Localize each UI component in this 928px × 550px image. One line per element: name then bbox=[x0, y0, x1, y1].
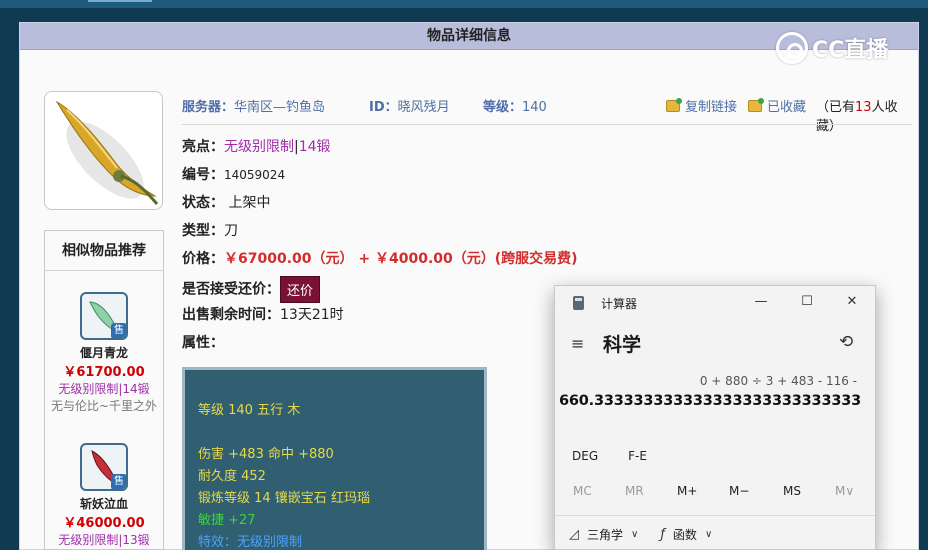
attr-line: 特效：无级别限制 bbox=[198, 535, 303, 550]
menu-icon[interactable]: ≡ bbox=[571, 334, 584, 353]
mc-button[interactable]: MC bbox=[573, 484, 592, 498]
similar-item-price: ￥46000.00 bbox=[63, 516, 145, 531]
attr-line: 耐久度 452 bbox=[198, 469, 266, 484]
maximize-button[interactable]: ☐ bbox=[797, 292, 817, 312]
angle-row: DEG F-E bbox=[572, 449, 677, 463]
price-value: ￥67000.00（元） + ￥4000.00（元）(跨服交易费) bbox=[224, 251, 578, 267]
chevron-down-icon: ∨ bbox=[631, 529, 639, 540]
ms-button[interactable]: MS bbox=[783, 484, 801, 498]
server-value: 华南区—钓鱼岛 bbox=[234, 100, 326, 115]
type-field: 类型：刀 bbox=[182, 223, 238, 239]
deg-button[interactable]: DEG bbox=[572, 449, 598, 463]
m-plus-button[interactable]: M+ bbox=[677, 484, 697, 498]
cc-logo-icon bbox=[776, 32, 808, 64]
calculator-expression: 0 + 880 ÷ 3 + 483 - 116 - bbox=[699, 374, 857, 388]
jade-blade-icon[interactable]: 售 bbox=[80, 292, 128, 340]
id-info: ID：晓风残月 bbox=[369, 100, 450, 115]
similar-items-panel: 相似物品推荐 售 偃月青龙 ￥61700.00 无级别限制|14锻 无与伦比~千… bbox=[44, 230, 164, 550]
calculator-result: 660.333333333333333333333333333 bbox=[559, 393, 861, 409]
status-field: 状态： 上架中 bbox=[182, 195, 271, 211]
calculator-title: 计算器 bbox=[601, 297, 638, 311]
close-button[interactable]: ✕ bbox=[842, 292, 862, 312]
similar-item[interactable]: 售 偃月青龙 ￥61700.00 无级别限制|14锻 无与伦比~千里之外 bbox=[45, 292, 163, 414]
similar-item[interactable]: 售 斩妖泣血 ￥46000.00 无级别限制|13锻 bbox=[45, 443, 163, 548]
attr-line: 敏捷 +27 bbox=[198, 513, 256, 528]
item-image bbox=[44, 91, 163, 210]
function-dropdown[interactable]: ƒ 函数 ∨ bbox=[660, 526, 712, 543]
function-row: ◿ 三角学 ∨ ƒ 函数 ∨ bbox=[569, 526, 734, 543]
trig-dropdown[interactable]: ◿ 三角学 ∨ bbox=[569, 526, 638, 543]
chevron-down-icon: ∨ bbox=[704, 529, 713, 540]
divider bbox=[555, 515, 875, 516]
divider bbox=[182, 124, 912, 125]
mr-button[interactable]: MR bbox=[625, 484, 644, 498]
similar-item-price: ￥61700.00 bbox=[63, 365, 145, 380]
attr-line: 锻炼等级 14 镶嵌宝石 红玛瑙 bbox=[198, 491, 370, 506]
similar-item-name[interactable]: 偃月青龙 bbox=[45, 344, 163, 361]
red-blade-icon[interactable]: 售 bbox=[80, 443, 128, 491]
attr-line: 等级 140 五行 木 bbox=[198, 403, 301, 418]
similar-item-name[interactable]: 斩妖泣血 bbox=[45, 495, 163, 512]
serial-field: 编号：14059024 bbox=[182, 167, 286, 183]
similar-item-tag: 无级别限制|13锻 bbox=[58, 533, 150, 547]
similar-item-tag: 无级别限制|14锻 bbox=[58, 382, 150, 396]
favorite-button[interactable]: 已收藏 bbox=[748, 96, 806, 115]
calculator-mode: 科学 bbox=[603, 334, 642, 356]
triangle-icon: ◿ bbox=[569, 527, 579, 542]
sale-badge: 售 bbox=[111, 474, 126, 489]
memory-list-button[interactable]: M∨ bbox=[835, 484, 854, 498]
minimize-button[interactable]: — bbox=[751, 292, 771, 312]
level-value: 140 bbox=[522, 100, 547, 115]
item-info-row: 服务器：华南区—钓鱼岛 ID：晓风残月 等级：140 复制链接 已收藏 （已有1… bbox=[182, 96, 912, 134]
favorite-count: （已有13人收藏） bbox=[816, 100, 898, 134]
attributes-label: 属性： bbox=[182, 335, 224, 351]
similar-title: 相似物品推荐 bbox=[45, 231, 163, 271]
remaining-time-field: 出售剩余时间：13天21时 bbox=[182, 307, 344, 323]
m-minus-button[interactable]: M− bbox=[729, 484, 749, 498]
similar-item-desc: 无与伦比~千里之外 bbox=[50, 399, 158, 413]
highlight-field: 亮点：无级别限制|14锻 bbox=[182, 139, 331, 155]
watermark: CC直播 bbox=[776, 30, 888, 66]
price-field: 价格：￥67000.00（元） + ￥4000.00（元）(跨服交易费) bbox=[182, 251, 578, 267]
fe-button[interactable]: F-E bbox=[628, 449, 647, 463]
history-icon[interactable]: ⟲ bbox=[839, 332, 853, 352]
counter-offer-button[interactable]: 还价 bbox=[280, 276, 321, 303]
copy-link-icon bbox=[666, 97, 682, 112]
watermark-text: CC直播 bbox=[812, 38, 889, 63]
attr-line: 伤害 +483 命中 +880 bbox=[198, 447, 334, 462]
top-tab[interactable] bbox=[88, 0, 152, 2]
calculator-titlebar[interactable]: 计算器 — ☐ ✕ bbox=[555, 286, 875, 318]
sale-badge: 售 bbox=[111, 323, 126, 338]
level-info: 等级：140 bbox=[483, 100, 547, 115]
counter-offer-field: 是否接受还价： 还价 bbox=[182, 276, 321, 303]
attributes-box: 等级 140 五行 木 伤害 +483 命中 +880 耐久度 452 锻炼等级… bbox=[182, 367, 487, 550]
top-bar bbox=[0, 0, 928, 8]
blade-image bbox=[55, 100, 159, 205]
copy-link-button[interactable]: 复制链接 bbox=[666, 96, 737, 115]
calculator-app-icon bbox=[573, 296, 584, 310]
favorite-icon bbox=[748, 97, 764, 112]
function-icon: ƒ bbox=[660, 527, 665, 542]
server-info: 服务器：华南区—钓鱼岛 bbox=[182, 100, 326, 115]
memory-row: MC MR M+ M− MS M∨ bbox=[555, 484, 875, 502]
id-value: 晓风残月 bbox=[397, 100, 450, 115]
calculator-window: 计算器 — ☐ ✕ ≡ 科学 ⟲ 0 + 880 ÷ 3 + 483 - 116… bbox=[554, 285, 876, 550]
